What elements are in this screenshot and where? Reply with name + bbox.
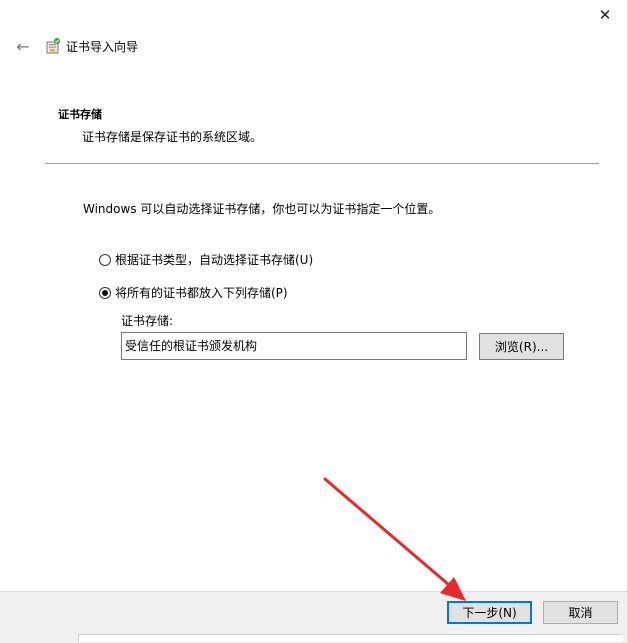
close-icon: ✕ — [598, 6, 612, 24]
back-button[interactable]: ← — [12, 35, 34, 57]
cancel-button[interactable]: 取消 — [543, 601, 618, 624]
section-description: 证书存储是保存证书的系统区域。 — [82, 130, 263, 144]
close-button[interactable]: ✕ — [590, 4, 620, 26]
intro-text: Windows 可以自动选择证书存储，你也可以为证书指定一个位置。 — [83, 202, 441, 216]
radio-button-icon — [99, 253, 111, 266]
back-arrow-icon: ← — [16, 36, 30, 56]
header-divider — [45, 163, 599, 164]
next-button[interactable]: 下一步(N) — [447, 601, 532, 624]
radio-auto-select-store[interactable]: 根据证书类型，自动选择证书存储(U) — [99, 251, 313, 268]
browse-button[interactable]: 浏览(R)... — [479, 333, 564, 360]
red-annotation-arrow — [323, 477, 466, 601]
radio-button-selected-icon — [99, 286, 111, 299]
section-title: 证书存储 — [58, 108, 102, 121]
wizard-title: 证书导入向导 — [66, 40, 139, 54]
radio-label-auto: 根据证书类型，自动选择证书存储(U) — [115, 253, 314, 267]
window-bottom-edge — [78, 634, 623, 642]
certificate-store-field[interactable]: 受信任的根证书颁发机构 — [121, 332, 467, 360]
radio-label-place: 将所有的证书都放入下列存储(P) — [115, 286, 288, 300]
certificate-wizard-icon — [46, 38, 60, 54]
certificate-store-label: 证书存储: — [121, 314, 174, 328]
certificate-import-wizard-window: ✕ ← 证书导入向导 证书存储 证书存储是保存证书的系统区域。 Windows … — [0, 0, 628, 643]
radio-place-in-store[interactable]: 将所有的证书都放入下列存储(P) — [99, 284, 288, 301]
